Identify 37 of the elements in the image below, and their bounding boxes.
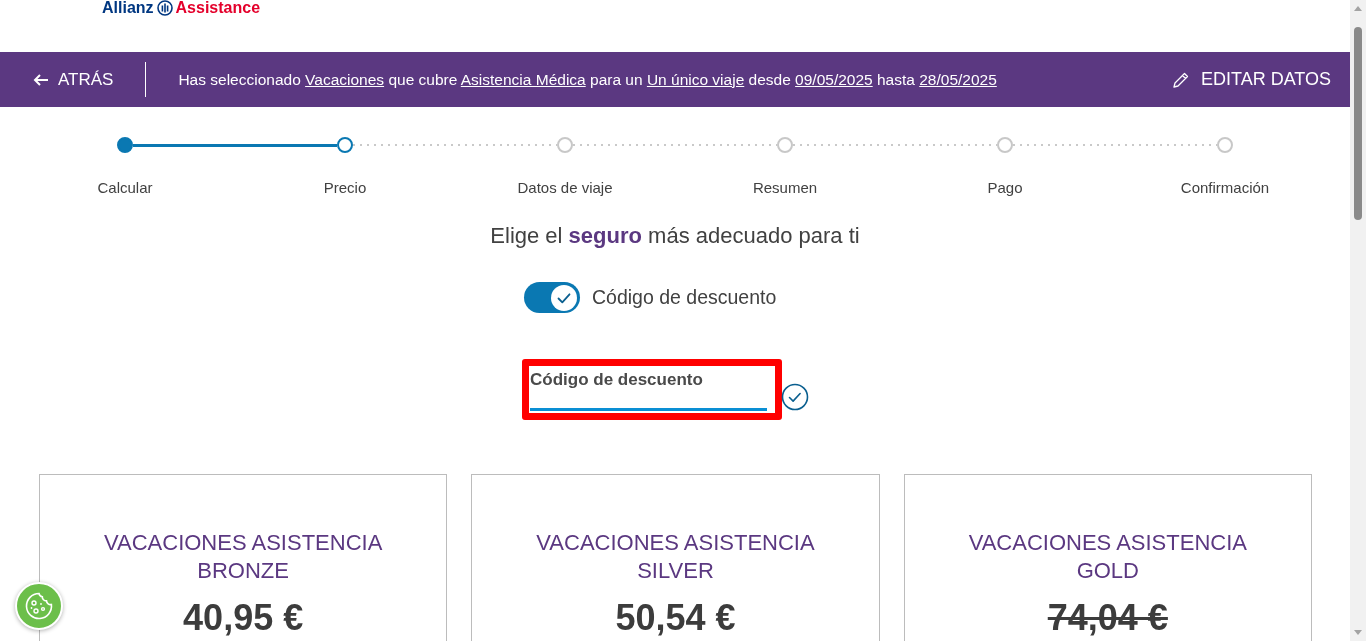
step-label: Datos de viaje bbox=[516, 179, 614, 197]
scroll-up-arrow-icon[interactable] bbox=[1354, 6, 1362, 11]
step-label: Calcular bbox=[96, 179, 154, 197]
cookie-icon bbox=[24, 591, 54, 621]
trip-summary: Has seleccionado Vacaciones que cubre Asistencia Médica para un Un único viaje desde 09/05/2025 hasta 28/05/2025 bbox=[178, 70, 997, 89]
step-label: Pago bbox=[986, 179, 1024, 197]
step-label: Precio bbox=[322, 179, 368, 197]
check-icon bbox=[551, 284, 577, 311]
summary-link[interactable]: 09/05/2025 bbox=[795, 70, 873, 88]
edit-data-button[interactable]: EDITAR DATOS bbox=[1172, 69, 1331, 90]
arrow-left-icon bbox=[33, 73, 49, 86]
summary-link[interactable]: Vacaciones bbox=[305, 70, 385, 88]
scrollbar-thumb[interactable] bbox=[1354, 27, 1362, 220]
discount-code-field[interactable]: Código de descuento bbox=[522, 359, 782, 420]
summary-link[interactable]: Un único viaje bbox=[646, 70, 745, 88]
pencil-icon bbox=[1172, 71, 1189, 88]
step-label: Resumen bbox=[751, 179, 819, 197]
plan-price: 40,95 € bbox=[182, 596, 305, 640]
brand-name: Allianz bbox=[102, 0, 154, 16]
logo-emblem-icon bbox=[156, 0, 173, 16]
scroll-down-arrow-icon[interactable] bbox=[1354, 630, 1362, 635]
scrollbar[interactable] bbox=[1350, 0, 1366, 641]
back-button[interactable]: ATRÁS bbox=[33, 69, 114, 90]
check-circle-icon[interactable] bbox=[781, 383, 809, 411]
summary-link[interactable]: Asistencia Médica bbox=[460, 70, 586, 88]
plan-price: 50,54 € bbox=[614, 596, 737, 640]
cookie-button[interactable] bbox=[15, 582, 63, 630]
plan-name: VACACIONES ASISTENCIA GOLD bbox=[967, 529, 1248, 585]
plan-price: 74,04 € bbox=[1046, 596, 1169, 640]
plan-name: VACACIONES ASISTENCIA SILVER bbox=[535, 529, 816, 585]
step-label: Confirmación bbox=[1179, 179, 1271, 197]
toggle-label: Código de descuento bbox=[592, 286, 777, 309]
plan-name: VACACIONES ASISTENCIA BRONZE bbox=[103, 529, 384, 585]
brand-product: Assistance bbox=[175, 0, 261, 16]
summary-link[interactable]: 28/05/2025 bbox=[919, 70, 997, 88]
page-heading: Elige el seguro más adecuado para ti bbox=[489, 222, 861, 250]
discount-toggle[interactable] bbox=[524, 282, 580, 313]
